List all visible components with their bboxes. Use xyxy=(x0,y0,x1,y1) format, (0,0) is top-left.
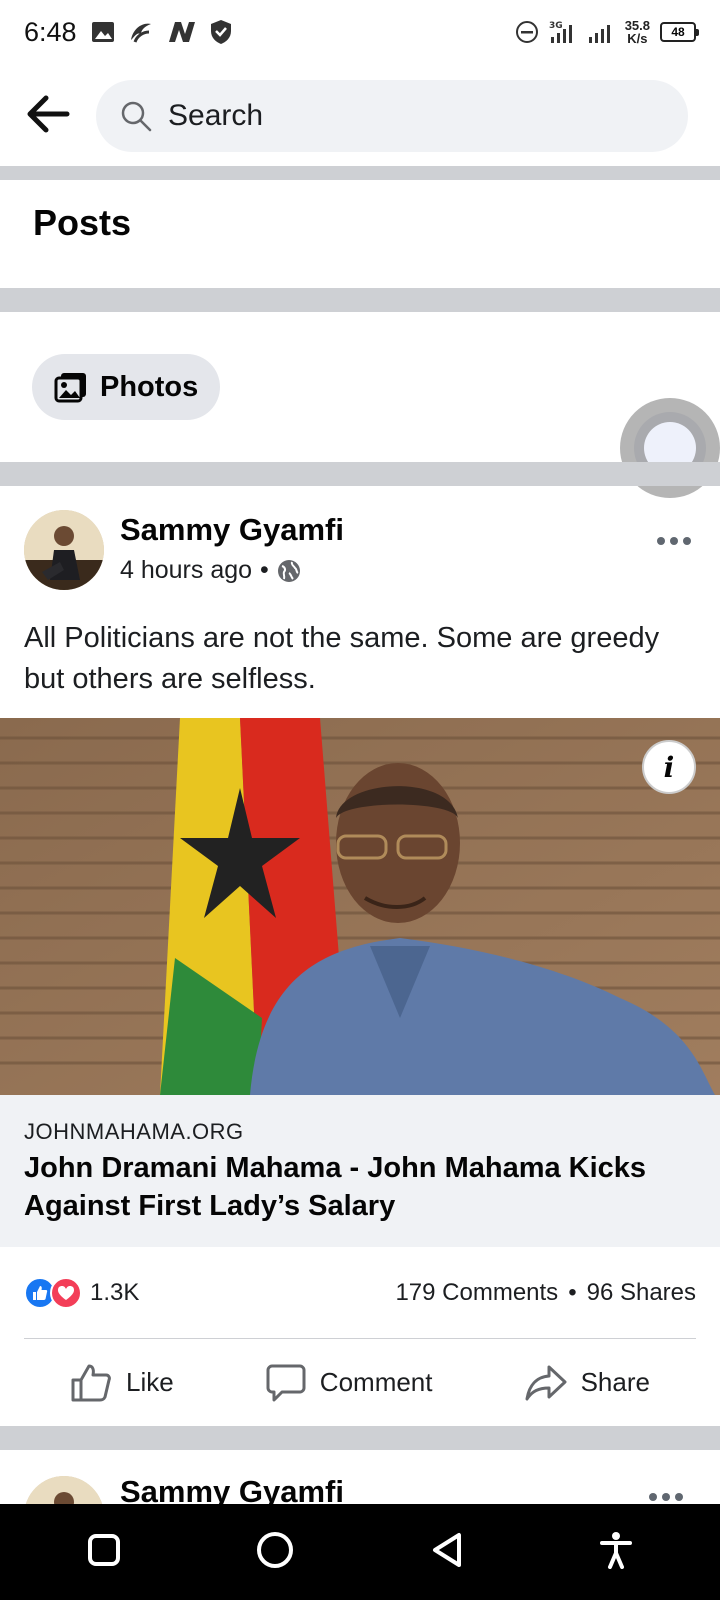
avatar[interactable] xyxy=(24,1476,104,1504)
share-button[interactable]: Share xyxy=(525,1364,650,1402)
network-speed-unit: K/s xyxy=(627,31,648,46)
signal-icon xyxy=(587,19,615,45)
home-button[interactable] xyxy=(255,1530,295,1575)
battery-icon: 48 xyxy=(660,22,699,42)
triangle-back-icon xyxy=(433,1532,461,1567)
status-right-icons: 3G 35.8 K/s 48 xyxy=(515,19,699,45)
share-arrow-icon xyxy=(525,1365,567,1400)
divider xyxy=(0,1426,720,1450)
shield-icon xyxy=(209,19,233,45)
next-post-header: Sammy Gyamfi xyxy=(0,1450,720,1504)
meta-separator: • xyxy=(260,556,269,584)
network-speed: 35.8 K/s xyxy=(625,19,650,45)
more-icon xyxy=(649,1493,683,1501)
photos-chip-label: Photos xyxy=(100,370,199,403)
like-label: Like xyxy=(126,1367,174,1397)
battery-level: 48 xyxy=(671,25,685,39)
post-meta: 4 hours ago • xyxy=(120,556,301,585)
system-nav-bar xyxy=(0,1504,720,1600)
status-time: 6:48 xyxy=(24,16,77,47)
post-stats: 1.3K 179 Comments • 96 Shares xyxy=(24,1268,696,1318)
post-text: All Politicians are not the same. Some a… xyxy=(24,622,660,695)
circle-icon xyxy=(257,1531,293,1568)
accessibility-icon xyxy=(600,1531,632,1569)
info-icon: i xyxy=(663,750,675,784)
post-author[interactable]: Sammy Gyamfi xyxy=(120,512,344,548)
recents-button[interactable] xyxy=(87,1533,121,1572)
n-app-icon xyxy=(167,20,197,44)
reaction-count[interactable]: 1.3K xyxy=(90,1279,139,1307)
post-header: Sammy Gyamfi 4 hours ago • xyxy=(24,510,704,590)
post-time[interactable]: 4 hours ago xyxy=(120,556,252,585)
search-input[interactable]: Search xyxy=(96,80,688,152)
avatar[interactable] xyxy=(24,510,104,590)
square-icon xyxy=(88,1533,120,1566)
link-domain: JOHNMAHAMA.ORG xyxy=(24,1119,244,1144)
next-post-more-button[interactable] xyxy=(648,1476,684,1504)
thumbs-up-icon xyxy=(71,1364,111,1401)
globe-icon xyxy=(277,559,300,582)
shares-count[interactable]: 96 Shares xyxy=(587,1279,696,1307)
status-left-icons xyxy=(91,19,233,45)
like-button[interactable]: Like xyxy=(70,1363,174,1403)
share-label: Share xyxy=(580,1367,650,1397)
signal-3g-icon: 3G xyxy=(549,19,577,45)
divider xyxy=(0,288,720,312)
more-icon xyxy=(657,537,691,545)
vpn-icon xyxy=(127,20,155,44)
section-title: Posts xyxy=(33,202,132,243)
post-action-bar: Like Comment Share xyxy=(24,1338,696,1426)
link-preview[interactable]: JOHNMAHAMA.ORG John Dramani Mahama - Joh… xyxy=(0,1095,720,1247)
back-button[interactable] xyxy=(0,64,96,164)
link-preview-image[interactable]: i xyxy=(0,718,720,1095)
accessibility-button[interactable] xyxy=(599,1531,633,1574)
photos-filter-chip[interactable]: Photos xyxy=(32,354,220,420)
love-reaction-icon[interactable] xyxy=(50,1277,82,1309)
divider xyxy=(0,166,720,180)
divider xyxy=(0,462,720,486)
search-header: Search xyxy=(0,64,720,164)
comment-label: Comment xyxy=(319,1367,433,1397)
search-placeholder: Search xyxy=(168,99,264,132)
photos-icon xyxy=(54,373,86,403)
comments-count[interactable]: 179 Comments xyxy=(395,1279,558,1307)
comment-bubble-icon xyxy=(266,1364,306,1401)
engagement-stats: 179 Comments • 96 Shares xyxy=(395,1279,696,1307)
status-bar: 6:48 3G 35.8 K/s 48 xyxy=(0,0,720,64)
info-button[interactable]: i xyxy=(642,740,696,794)
comment-button[interactable]: Comment xyxy=(266,1363,433,1403)
dnd-icon xyxy=(515,20,539,44)
more-options-button[interactable] xyxy=(656,520,692,554)
svg-text:3G: 3G xyxy=(549,21,563,31)
link-title: John Dramani Mahama - John Mahama Kicks … xyxy=(24,1152,647,1222)
back-nav-button[interactable] xyxy=(429,1531,465,1574)
search-icon xyxy=(121,101,152,132)
stats-separator: • xyxy=(568,1279,577,1306)
gallery-icon xyxy=(91,21,115,43)
back-arrow-icon xyxy=(27,95,70,133)
next-post-author[interactable]: Sammy Gyamfi xyxy=(120,1474,344,1504)
